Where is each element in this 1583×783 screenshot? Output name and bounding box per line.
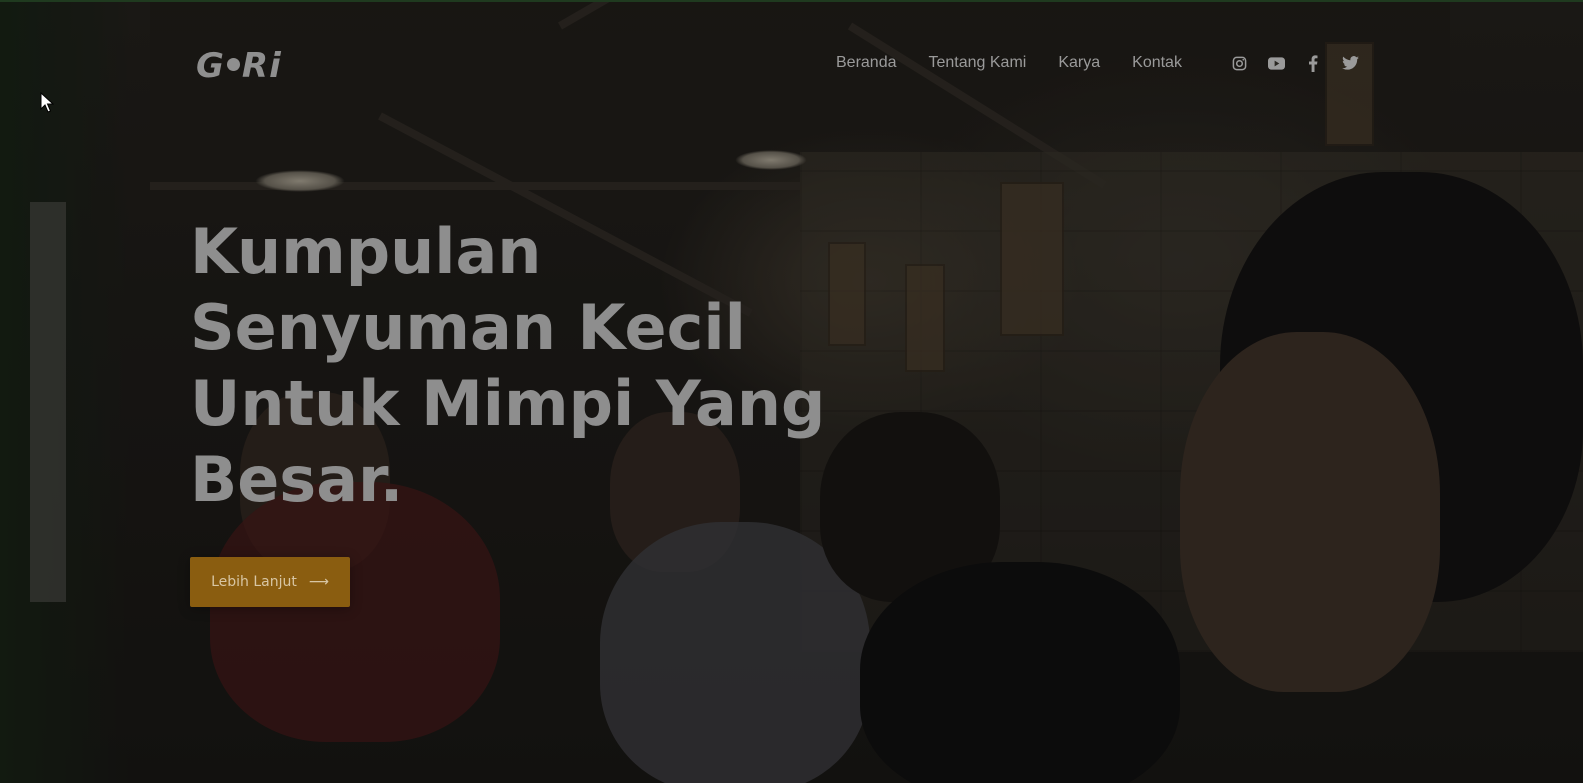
headline-line: Senyuman Kecil: [190, 291, 746, 364]
instagram-icon[interactable]: [1230, 54, 1248, 72]
nav-item-kontak[interactable]: Kontak: [1132, 54, 1182, 72]
cta-label: Lebih Lanjut: [211, 574, 297, 590]
main-nav: Beranda Tentang Kami Karya Kontak: [836, 54, 1214, 72]
twitter-icon[interactable]: [1341, 54, 1359, 72]
nav-item-beranda[interactable]: Beranda: [836, 54, 897, 72]
social-links: [1230, 54, 1359, 72]
logo-text-left: G: [196, 46, 225, 86]
facebook-icon[interactable]: [1304, 54, 1322, 72]
nav-item-tentang-kami[interactable]: Tentang Kami: [929, 54, 1027, 72]
logo-dot: [226, 58, 240, 71]
arrow-right-icon: ⟶: [308, 574, 329, 590]
mouse-cursor-icon: [40, 92, 54, 113]
headline-line: Kumpulan: [190, 215, 542, 288]
lebih-lanjut-button[interactable]: Lebih Lanjut ⟶: [190, 557, 350, 607]
hero-headline: Kumpulan Senyuman Kecil Untuk Mimpi Yang…: [190, 214, 830, 518]
youtube-icon[interactable]: [1267, 54, 1285, 72]
hero-section: G Ri Beranda Tentang Kami Karya Kontak Ku…: [0, 0, 1583, 783]
headline-line: Untuk Mimpi Yang: [190, 367, 826, 440]
headline-line: Besar.: [190, 443, 404, 516]
site-logo[interactable]: G Ri: [196, 46, 282, 86]
nav-item-karya[interactable]: Karya: [1058, 54, 1100, 72]
logo-text-right: Ri: [241, 46, 282, 86]
